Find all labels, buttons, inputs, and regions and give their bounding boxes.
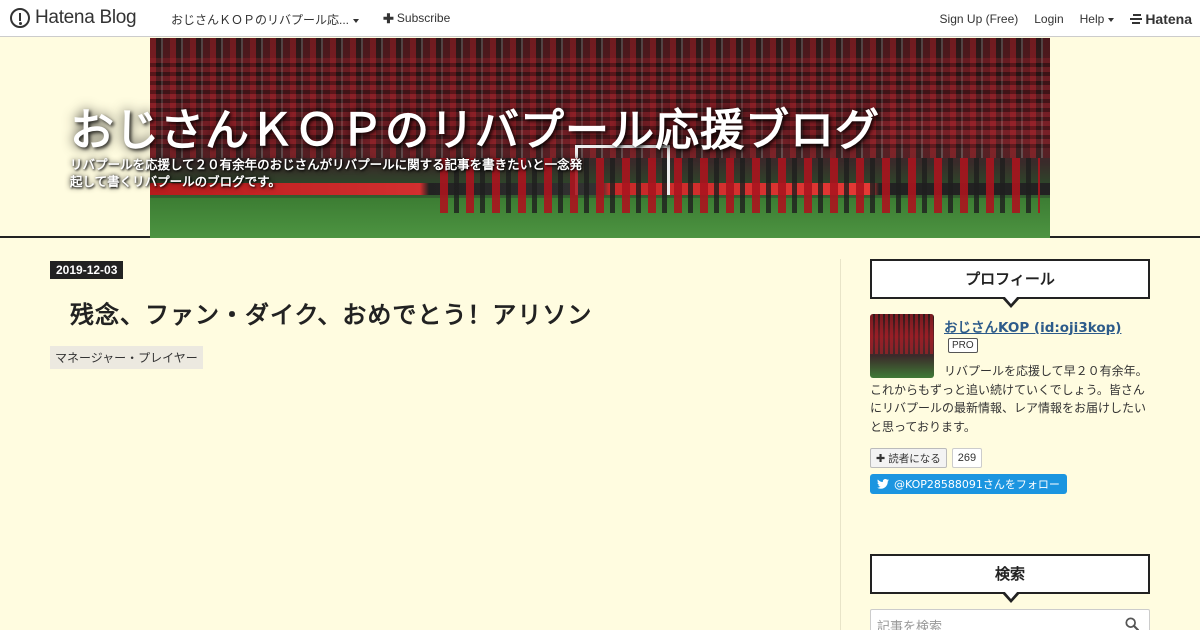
reader-count: 269 xyxy=(951,448,983,468)
blog-name-label: おじさんＫＯＰのリバプール応... xyxy=(171,13,350,27)
caret-down-icon xyxy=(1108,17,1115,22)
hatena-blog-logo-icon xyxy=(10,8,30,28)
login-link[interactable]: Login xyxy=(1034,12,1063,26)
entry-category-tag[interactable]: マネージャー・プレイヤー xyxy=(50,346,203,369)
help-label: Help xyxy=(1079,12,1105,26)
search-module-title: 検索 xyxy=(870,554,1150,603)
twitter-follow-button[interactable]: @KOP28588091さんをフォロー xyxy=(870,474,1067,494)
profile-module-title: プロフィール xyxy=(870,259,1150,308)
blog-description: リバプールを応援して２０有余年のおじさんがリバプールに関する記事を書きたいと一念… xyxy=(70,157,583,189)
pro-badge[interactable]: PRO xyxy=(948,338,978,353)
header-right-menu: Sign Up (Free) Login Help Hatena xyxy=(940,11,1192,27)
hatena-link[interactable]: Hatena xyxy=(1130,11,1192,27)
profile-module: おじさんKOP (id:oji3kop) PRO リバプールを応援して早２０有余… xyxy=(870,314,1150,504)
search-icon[interactable] xyxy=(1125,617,1139,630)
plus-icon: ✚ xyxy=(383,10,394,26)
search-input[interactable] xyxy=(877,616,1117,630)
search-module: 検索 xyxy=(870,554,1150,630)
blog-header: おじさんＫＯＰのリバプール応援ブログ リバプールを応援して２０有余年のおじさんが… xyxy=(0,38,1200,238)
twitter-bird-icon xyxy=(877,479,889,489)
twitter-follow-label: @KOP28588091さんをフォロー xyxy=(894,478,1060,491)
global-header: Hatena Blog おじさんＫＯＰのリバプール応... ✚ Subscrib… xyxy=(0,0,1200,37)
help-dropdown[interactable]: Help xyxy=(1080,12,1115,26)
column-divider xyxy=(840,259,841,630)
hatena-blog-logo[interactable]: Hatena Blog xyxy=(10,7,137,29)
profile-name-link[interactable]: おじさんKOP (id:oji3kop) xyxy=(944,316,1121,336)
hatena-mark-icon xyxy=(1130,14,1143,24)
subscribe-label: Subscribe xyxy=(396,11,451,25)
subscribe-button[interactable]: ✚ Subscribe xyxy=(383,11,450,25)
blog-title[interactable]: おじさんＫＯＰのリバプール応援ブログ xyxy=(70,94,880,158)
entry-date[interactable]: 2019-12-03 xyxy=(50,261,124,279)
signup-link[interactable]: Sign Up (Free) xyxy=(940,12,1019,26)
blog-name-dropdown[interactable]: おじさんＫＯＰのリバプール応... xyxy=(171,11,360,28)
profile-description: リバプールを応援して早２０有余年。これからもずっと追い続けていくでしょう。皆さん… xyxy=(870,364,1148,434)
reader-subscribe-button[interactable]: ✚ 読者になる xyxy=(870,448,947,468)
reader-subscribe-row: ✚ 読者になる 269 xyxy=(870,448,983,468)
sidebar: プロフィール おじさんKOP (id:oji3kop) PRO リバプールを応援… xyxy=(870,259,1150,630)
entry-title[interactable]: 残念、ファン・ダイク、おめでとう！アリソン xyxy=(70,295,830,330)
reader-button-label: 読者になる xyxy=(888,452,941,465)
hatena-label: Hatena xyxy=(1145,11,1192,27)
logo-text: Hatena Blog xyxy=(35,7,137,28)
search-box xyxy=(870,609,1150,630)
entry-main: 2019-12-03 残念、ファン・ダイク、おめでとう！アリソン マネージャー・… xyxy=(50,259,830,369)
caret-down-icon xyxy=(353,18,360,23)
plus-icon: ✚ xyxy=(876,451,886,465)
